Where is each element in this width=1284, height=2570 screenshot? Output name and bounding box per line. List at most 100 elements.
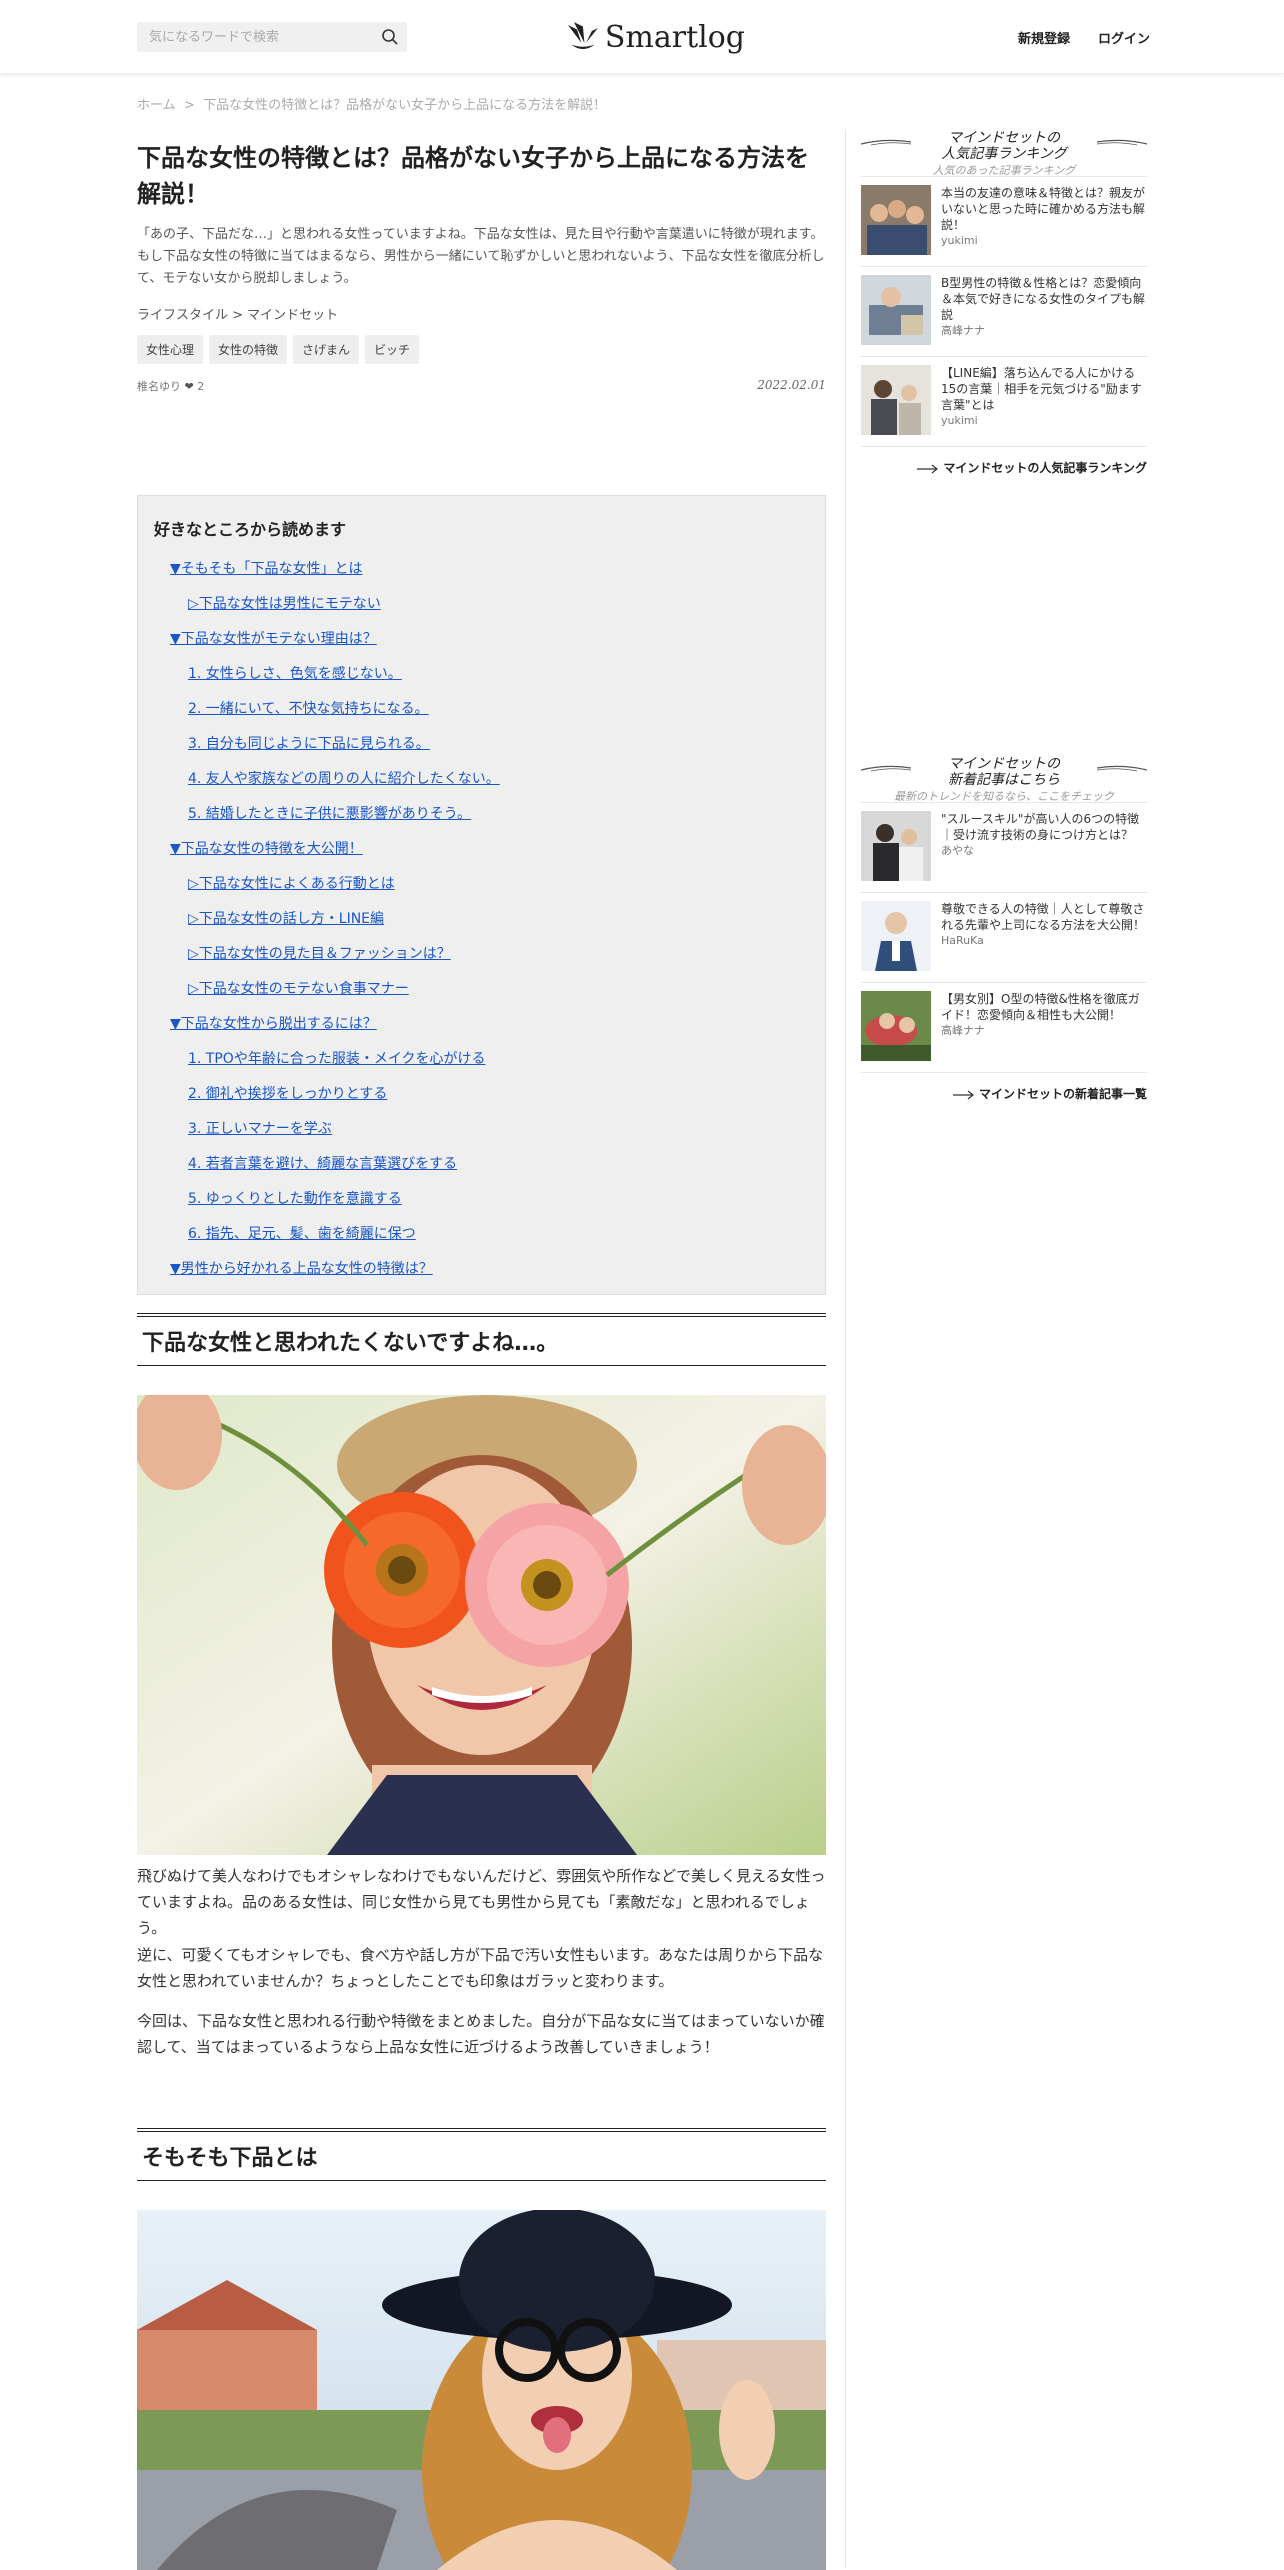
toc-link[interactable]: ▼下品な女性がモテない理由は？ — [154, 630, 809, 665]
toc-link[interactable]: ▷下品な女性のモテない食事マナー — [154, 980, 809, 1015]
woman-with-hat-photo — [137, 2210, 826, 2570]
ranking-heading: マインドセットの 人気記事ランキング 人気のあった記事ランキング — [861, 130, 1147, 177]
toc-link[interactable]: 1. TPOや年齢に合った服装・メイクを心がける — [154, 1050, 809, 1085]
article-thumbnail[interactable] — [861, 901, 931, 971]
newest-item-author: あやな — [941, 844, 974, 857]
breadcrumb-home[interactable]: ホーム — [137, 98, 176, 113]
ad-space — [861, 476, 1147, 756]
ranking-item-title[interactable]: 【LINE編】落ち込んでる人にかける15の言葉｜相手を元気づける"励ます言葉"と… — [941, 365, 1147, 413]
ranking-title-line2: 人気記事ランキング — [941, 146, 1067, 162]
tag[interactable]: ビッチ — [365, 335, 420, 364]
newest-item-author: 高峰ナナ — [941, 1024, 985, 1037]
newest-title-line2: 新着記事はこちら — [948, 772, 1060, 788]
article-meta: 椎名ゆり ❤ 2 2022.02.01 — [137, 378, 826, 394]
ranking-item-author: 高峰ナナ — [941, 324, 985, 337]
like-count: 2 — [197, 380, 205, 393]
search-icon[interactable] — [381, 28, 399, 46]
woman-with-flowers-photo — [137, 1395, 826, 1855]
article-thumbnail[interactable] — [861, 811, 931, 881]
toc-link[interactable]: ▼そもそも「下品な女性」とは — [154, 560, 809, 595]
search-input[interactable] — [137, 22, 367, 52]
article-thumbnail[interactable] — [861, 365, 931, 435]
wings-logo-icon — [567, 22, 598, 49]
signup-link[interactable]: 新規登録 — [1018, 28, 1070, 47]
article-main: 下品な女性の特徴とは？品格がない女子から上品になる方法を解説！ 「あの子、下品だ… — [137, 140, 826, 2570]
article-thumbnail[interactable] — [861, 275, 931, 345]
search-box[interactable] — [137, 22, 407, 52]
toc-link[interactable]: ▼下品な女性から脱出するには？ — [154, 1015, 809, 1050]
arrow-right-icon — [917, 464, 939, 473]
toc-link[interactable]: ▷下品な女性の見た目＆ファッションは？ — [154, 945, 809, 980]
toc-link[interactable]: 3. 正しいマナーを学ぶ — [154, 1120, 809, 1155]
site-header: Smartlog 新規登録 ログイン — [0, 0, 1284, 74]
logo-text: Smartlog — [604, 19, 745, 55]
ranking-item[interactable]: 本当の友達の意味＆特徴とは？親友がいないと思った時に確かめる方法も解説！ yuk… — [861, 177, 1147, 267]
toc-link[interactable]: ▼男性から好かれる上品な女性の特徴は？ — [154, 1260, 809, 1295]
toc-link[interactable]: 6. 指先、足元、髪、歯を綺麗に保つ — [154, 1225, 809, 1260]
toc-link[interactable]: 5. 結婚したときに子供に悪影響がありそう。 — [154, 805, 809, 840]
ranking-item-author: yukimi — [941, 234, 978, 247]
section-heading: そもそも下品とは — [137, 2128, 826, 2181]
breadcrumb-current: 下品な女性の特徴とは？品格がない女子から上品になる方法を解説！ — [203, 98, 607, 113]
newest-subtitle: 最新のトレンドを知るなら、ここをチェック — [894, 790, 1114, 803]
newest-item-title[interactable]: 尊敬できる人の特徴｜人として尊敬される先輩や上司になる方法を大公開！ — [941, 901, 1147, 933]
swash-right-icon — [1097, 139, 1147, 146]
newest-item-title[interactable]: 【男女別】O型の特徴&性格を徹底ガイド！恋愛傾向＆相性も大公開！ — [941, 991, 1147, 1023]
newest-more-link[interactable]: マインドセットの新着記事一覧 — [861, 1085, 1147, 1102]
ranking-item-author: yukimi — [941, 414, 978, 427]
toc-link[interactable]: ▼下品な女性の特徴を大公開！ — [154, 840, 809, 875]
newest-item[interactable]: "スルースキル"が高い人の6つの特徴｜受け流す技術の身につけ方とは？ あやな — [861, 803, 1147, 893]
toc-link[interactable]: 3. 自分も同じように下品に見られる。 — [154, 735, 809, 770]
toc-link[interactable]: ▷下品な女性によくある行動とは — [154, 875, 809, 910]
swash-left-icon — [861, 139, 911, 146]
toc-link[interactable]: 4. 若者言葉を避け、綺麗な言葉選びをする — [154, 1155, 809, 1190]
paragraph: 飛びぬけて美人なわけでもオシャレなわけでもないんだけど、雰囲気や所作などで美しく… — [137, 1867, 826, 1937]
arrow-right-icon — [952, 1090, 974, 1099]
toc-link[interactable]: ▷下品な女性は男性にモテない — [154, 595, 809, 630]
article-thumbnail[interactable] — [861, 185, 931, 255]
breadcrumb-separator: > — [183, 98, 195, 113]
article-lead: 「あの子、下品だな…」と思われる女性っていますよね。下品な女性は、見た目や行動や… — [137, 227, 825, 286]
toc-link[interactable]: 5. ゆっくりとした動作を意識する — [154, 1190, 809, 1225]
ranking-item-title[interactable]: 本当の友達の意味＆特徴とは？親友がいないと思った時に確かめる方法も解説！ — [941, 185, 1147, 233]
orange-flower — [324, 1492, 480, 1648]
site-logo[interactable]: Smartlog — [565, 12, 745, 62]
toc-link[interactable]: 2. 御礼や挨拶をしっかりとする — [154, 1085, 809, 1120]
section-heading: 下品な女性と思われたくないですよね…。 — [137, 1313, 826, 1366]
ranking-item[interactable]: 【LINE編】落ち込んでる人にかける15の言葉｜相手を元気づける"励ます言葉"と… — [861, 357, 1147, 447]
heart-icon[interactable]: ❤ — [185, 380, 194, 393]
newest-item-title[interactable]: "スルースキル"が高い人の6つの特徴｜受け流す技術の身につけ方とは？ — [941, 811, 1147, 843]
newest-item-author: HaRuKa — [941, 934, 984, 947]
toc-title: 好きなところから読めます — [154, 520, 347, 539]
ranking-item-title[interactable]: B型男性の特徴＆性格とは？恋愛傾向＆本気で好きになる女性のタイプも解説 — [941, 275, 1147, 323]
paragraph: 今回は、下品な女性と思われる行動や特徴をまとめました。自分が下品な女に当てはまっ… — [137, 2012, 825, 2056]
ranking-item[interactable]: B型男性の特徴＆性格とは？恋愛傾向＆本気で好きになる女性のタイプも解説 高峰ナナ — [861, 267, 1147, 357]
article-category[interactable]: ライフスタイル > マインドセット — [137, 304, 826, 323]
newest-heading: マインドセットの 新着記事はこちら 最新のトレンドを知るなら、ここをチェック — [861, 756, 1147, 803]
article-title: 下品な女性の特徴とは？品格がない女子から上品になる方法を解説！ — [137, 144, 809, 208]
toc-link[interactable]: ▷下品な女性の話し方・LINE編 — [154, 910, 809, 945]
toc-link[interactable]: 1. 女性らしさ、色気を感じない。 — [154, 665, 809, 700]
toc-link[interactable]: 4. 友人や家族などの周りの人に紹介したくない。 — [154, 770, 809, 805]
newest-item[interactable]: 【男女別】O型の特徴&性格を徹底ガイド！恋愛傾向＆相性も大公開！ 高峰ナナ — [861, 983, 1147, 1073]
ranking-subtitle: 人気のあった記事ランキング — [932, 164, 1076, 177]
newest-more-label[interactable]: マインドセットの新着記事一覧 — [979, 1087, 1147, 1101]
login-link[interactable]: ログイン — [1098, 28, 1150, 47]
author-name[interactable]: 椎名ゆり — [137, 380, 181, 393]
publish-date: 2022.02.01 — [757, 378, 826, 392]
breadcrumb: ホーム > 下品な女性の特徴とは？品格がない女子から上品になる方法を解説！ — [137, 94, 606, 113]
ranking-more-link[interactable]: マインドセットの人気記事ランキング — [861, 459, 1147, 476]
sidebar: マインドセットの 人気記事ランキング 人気のあった記事ランキング 本当の友達の意… — [861, 130, 1147, 1102]
tag[interactable]: 女性心理 — [137, 335, 204, 364]
ranking-more-label[interactable]: マインドセットの人気記事ランキング — [943, 461, 1147, 475]
toc-list: ▼そもそも「下品な女性」とは ▷下品な女性は男性にモテない ▼下品な女性がモテない理… — [154, 560, 809, 1295]
toc-link[interactable]: 2. 一緒にいて、不快な気持ちになる。 — [154, 700, 809, 735]
article-thumbnail[interactable] — [861, 991, 931, 1061]
tag[interactable]: さげまん — [293, 335, 360, 364]
newest-item[interactable]: 尊敬できる人の特徴｜人として尊敬される先輩や上司になる方法を大公開！ HaRuK… — [861, 893, 1147, 983]
sidebar-divider — [845, 130, 846, 2568]
swash-right-icon — [1097, 765, 1147, 772]
table-of-contents: 好きなところから読めます ▼そもそも「下品な女性」とは ▷下品な女性は男性にモテな… — [137, 495, 826, 1295]
tag[interactable]: 女性の特徴 — [209, 335, 288, 364]
pink-flower — [465, 1503, 629, 1667]
